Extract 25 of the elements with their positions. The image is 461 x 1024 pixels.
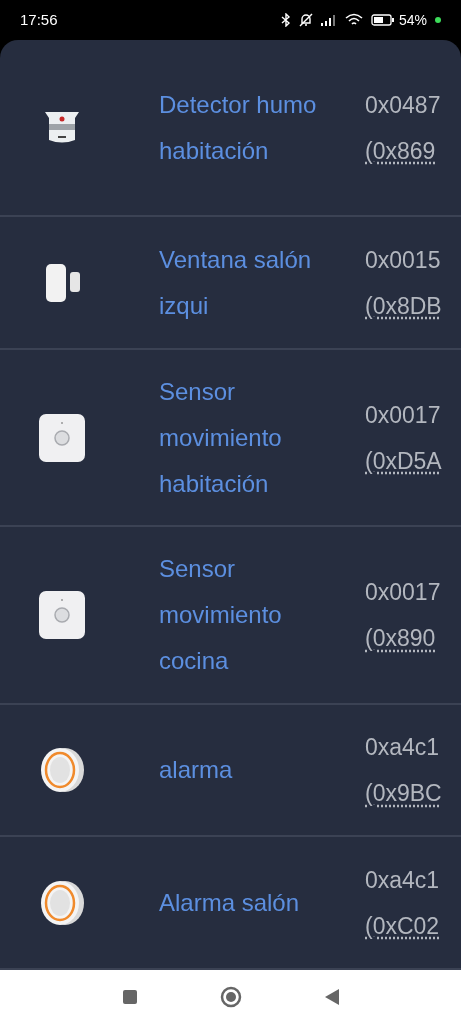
- device-row[interactable]: Sensor movimiento habitación 0x0017 (0xD5A: [0, 350, 461, 528]
- device-name[interactable]: Alarma salón: [159, 879, 365, 926]
- clock: 17:56: [20, 9, 58, 30]
- device-row[interactable]: alarma 0xa4c1 (0x9BC: [0, 704, 461, 838]
- ieee-address: 0x0015: [365, 245, 442, 275]
- network-address[interactable]: (0x8DB: [365, 282, 461, 329]
- device-row[interactable]: Sensor movimiento cocina 0x0017 (0x890: [0, 527, 461, 705]
- device-name[interactable]: Sensor movimiento habitación: [159, 368, 365, 507]
- ieee-address: 0x0017: [365, 400, 442, 430]
- device-name[interactable]: Detector humo habitación: [159, 81, 365, 174]
- network-address[interactable]: (0x869: [365, 127, 461, 174]
- ieee-address: 0x0487: [365, 90, 442, 120]
- ieee-address: 0x0017: [365, 578, 442, 608]
- device-row[interactable]: Detector humo habitación 0x0487 (0x869: [0, 40, 461, 218]
- device-row[interactable]: Ventana salón izqui 0x0015 (0x8DB: [0, 217, 461, 350]
- device-name[interactable]: Ventana salón izqui: [159, 236, 365, 329]
- device-name[interactable]: Sensor movimiento cocina: [159, 546, 365, 685]
- battery-percent: 54%: [398, 10, 427, 30]
- network-address[interactable]: (0x890: [365, 615, 461, 662]
- ieee-address: 0xa4c1: [365, 865, 441, 895]
- network-address[interactable]: (0xD5A: [365, 437, 461, 484]
- ieee-address: 0xa4c1: [365, 733, 441, 763]
- device-name[interactable]: alarma: [159, 747, 365, 794]
- network-address[interactable]: (0x9BC: [365, 770, 461, 817]
- network-address[interactable]: (0xC02: [365, 902, 461, 949]
